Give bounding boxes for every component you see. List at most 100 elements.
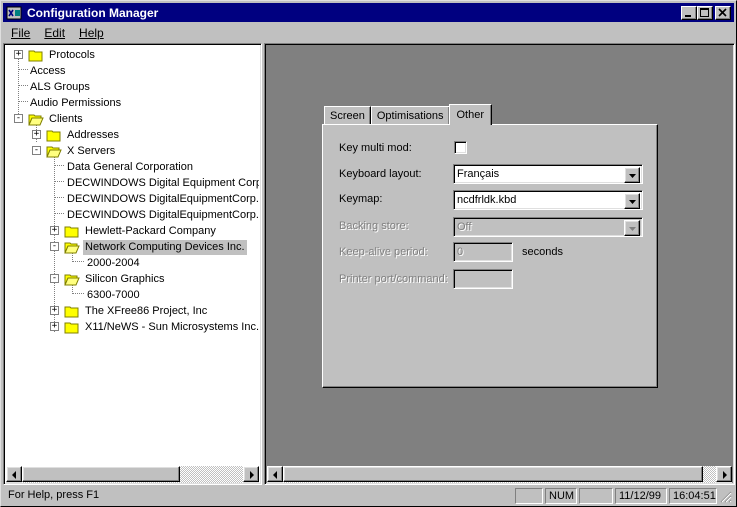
tree-line — [54, 165, 64, 166]
expand-toggle[interactable]: + — [50, 306, 59, 315]
tree-item-protocols[interactable]: Protocols — [28, 47, 97, 63]
key-multi-mod-label: Key multi mod: — [339, 142, 412, 154]
keep-alive-period-value: 0 — [457, 246, 464, 258]
tree-item-label: ALS Groups — [30, 80, 90, 93]
folder-icon — [64, 226, 79, 237]
tree-item-x-servers[interactable]: X Servers — [46, 143, 117, 159]
minimize-icon — [685, 14, 691, 17]
scroll-track[interactable] — [283, 466, 716, 483]
expand-toggle[interactable]: + — [32, 130, 41, 139]
folder-icon — [46, 130, 61, 141]
keymap-value: ncdfrldk.kbd — [457, 194, 517, 206]
tab-label: Optimisations — [376, 110, 444, 122]
key-multi-mod-checkbox[interactable] — [454, 141, 467, 154]
folder-icon — [64, 306, 79, 317]
collapse-toggle[interactable]: - — [32, 146, 41, 155]
tree-item-label: Silicon Graphics — [85, 272, 165, 285]
minimize-button[interactable] — [681, 5, 697, 20]
scroll-right-button[interactable] — [243, 466, 259, 482]
properties-horizontal-scrollbar[interactable] — [267, 466, 732, 483]
tree-line — [18, 69, 28, 70]
collapse-toggle[interactable]: - — [50, 274, 59, 283]
tree-horizontal-scrollbar[interactable] — [6, 466, 259, 483]
scroll-right-button[interactable] — [716, 466, 732, 482]
keep-alive-period-input[interactable]: 0 — [453, 242, 513, 262]
folder-open-icon — [28, 114, 44, 125]
folder-open-icon — [46, 146, 62, 157]
tree-item-silicon-graphics[interactable]: Silicon Graphics — [64, 271, 166, 287]
tree-line — [18, 54, 19, 118]
menu-file[interactable]: File — [3, 26, 36, 40]
keep-alive-period-label: Keep-alive period: — [339, 246, 428, 258]
menu-edit[interactable]: Edit — [36, 26, 71, 40]
main-window: Configuration Manager File Edit Help + -… — [0, 0, 737, 507]
tree-item-decwindows-2[interactable]: DECWINDOWS DigitalEquipmentCorp. — [65, 191, 259, 207]
tab-optimisations[interactable]: Optimisations — [370, 106, 450, 125]
collapse-toggle[interactable]: - — [14, 114, 23, 123]
tab-label: Other — [456, 109, 485, 121]
tree-item-label: Data General Corporation — [67, 160, 193, 173]
backing-store-dropdown-button[interactable] — [624, 220, 640, 236]
expand-toggle[interactable]: + — [14, 50, 23, 59]
keyboard-layout-label: Keyboard layout: — [339, 168, 422, 180]
tree-item-6300-7000[interactable]: 6300-7000 — [85, 287, 142, 303]
keymap-label: Keymap: — [339, 193, 383, 205]
printer-port-input[interactable] — [453, 269, 513, 289]
tree-item-label: Audio Permissions — [30, 96, 122, 109]
tree-item-decwindows-1[interactable]: DECWINDOWS Digital Equipment Corpo — [65, 175, 259, 191]
tree-line — [54, 197, 64, 198]
backing-store-select[interactable]: Off — [453, 217, 643, 237]
menu-help[interactable]: Help — [71, 26, 110, 40]
tab-label: Screen — [330, 110, 365, 122]
expand-toggle[interactable]: + — [50, 322, 59, 331]
tree-item-decwindows-3[interactable]: DECWINDOWS DigitalEquipmentCorp. A — [65, 207, 259, 223]
tree-item-data-general[interactable]: Data General Corporation — [65, 159, 195, 175]
tree-item-access[interactable]: Access — [28, 63, 67, 79]
folder-icon — [64, 322, 79, 333]
tree-item-x11-news-sun[interactable]: X11/NeWS - Sun Microsystems Inc. — [64, 319, 259, 335]
tree-item-2000-2004[interactable]: 2000-2004 — [85, 255, 142, 271]
menu-edit-label: Edit — [44, 25, 66, 40]
tree-item-label: DECWINDOWS Digital Equipment Corpo — [67, 176, 259, 189]
tab-panel-other: Key multi mod: Keyboard layout: Français… — [322, 124, 658, 388]
keyboard-layout-select[interactable]: Français — [453, 164, 643, 184]
tree-item-audio-permissions[interactable]: Audio Permissions — [28, 95, 123, 111]
tree-view[interactable]: + - + - + - - + + Protocols Access ALS G… — [6, 46, 259, 466]
scroll-left-button[interactable] — [6, 466, 22, 482]
tree-item-label: 6300-7000 — [87, 288, 140, 301]
scroll-track[interactable] — [22, 466, 243, 483]
keymap-dropdown-button[interactable] — [624, 193, 640, 209]
tree-line — [18, 85, 28, 86]
scroll-thumb[interactable] — [22, 466, 180, 482]
tree-item-label: Network Computing Devices Inc. — [83, 239, 247, 255]
expand-toggle[interactable]: + — [50, 226, 59, 235]
scroll-thumb[interactable] — [283, 466, 703, 482]
tree-pane: + - + - + - - + + Protocols Access ALS G… — [3, 43, 262, 485]
tree-item-label: Protocols — [49, 48, 95, 61]
tree-line — [54, 181, 64, 182]
arrow-left-icon — [273, 471, 277, 479]
collapse-toggle[interactable]: - — [50, 242, 59, 251]
close-button[interactable] — [715, 5, 731, 20]
tree-line — [72, 293, 84, 294]
tree-item-label: Access — [30, 64, 66, 77]
tree-item-clients[interactable]: Clients — [28, 111, 85, 127]
tab-screen[interactable]: Screen — [324, 106, 371, 125]
size-grip-icon[interactable] — [720, 491, 732, 503]
tree-item-als-groups[interactable]: ALS Groups — [28, 79, 92, 95]
title-bar[interactable]: Configuration Manager — [3, 3, 734, 22]
status-time: 16:04:51 — [669, 488, 717, 504]
tree-item-network-computing-devices[interactable]: Network Computing Devices Inc. — [64, 239, 247, 255]
keymap-select[interactable]: ncdfrldk.kbd — [453, 190, 643, 210]
backing-store-value: Off — [457, 221, 472, 233]
tree-item-hewlett-packard[interactable]: Hewlett-Packard Company — [64, 223, 218, 239]
tree-line — [18, 101, 28, 102]
scroll-left-button[interactable] — [267, 466, 283, 482]
tree-item-addresses[interactable]: Addresses — [46, 127, 121, 143]
chevron-down-icon — [629, 200, 636, 204]
keyboard-layout-dropdown-button[interactable] — [624, 167, 640, 183]
tree-item-xfree86[interactable]: The XFree86 Project, Inc — [64, 303, 209, 319]
maximize-button[interactable] — [697, 5, 713, 20]
tree-item-label: Addresses — [67, 128, 119, 141]
tab-other[interactable]: Other — [448, 104, 493, 125]
